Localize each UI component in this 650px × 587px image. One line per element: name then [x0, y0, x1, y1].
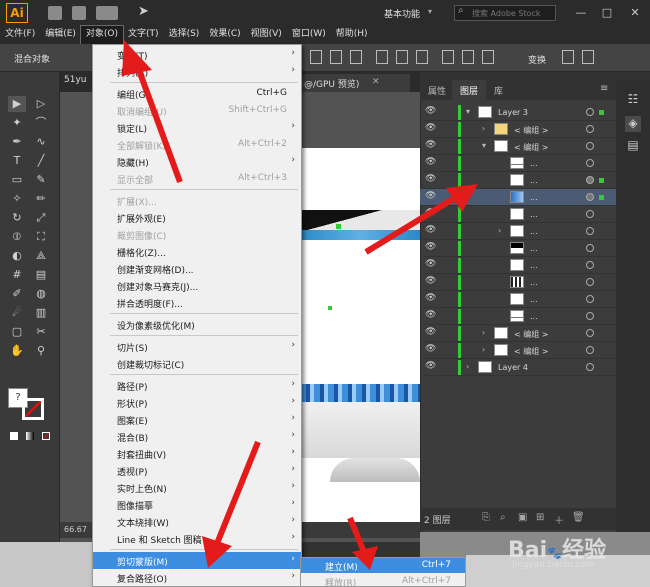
annotation-arrows: [122, 40, 478, 570]
red-arrow-3: [202, 440, 261, 568]
red-arrow-4: [347, 516, 378, 570]
red-arrow-1: [122, 40, 183, 184]
watermark-url: jingyan.baidu.com: [512, 560, 596, 570]
red-arrow-2: [364, 184, 478, 255]
